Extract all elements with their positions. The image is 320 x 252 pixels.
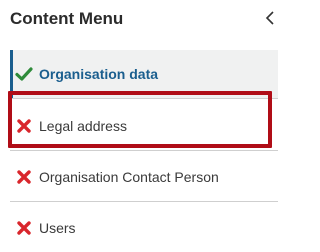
x-icon xyxy=(14,167,34,187)
divider xyxy=(10,150,278,151)
menu-item-organisation-data[interactable]: Organisation data xyxy=(10,50,278,98)
menu-item-users[interactable]: Users xyxy=(10,204,278,252)
menu-item-legal-address[interactable]: Legal address xyxy=(10,102,278,150)
divider xyxy=(10,98,278,99)
menu-list: Organisation data Legal address Organisa… xyxy=(0,0,285,249)
x-icon xyxy=(14,116,34,136)
menu-item-label: Organisation data xyxy=(39,66,159,82)
menu-item-label: Organisation Contact Person xyxy=(39,169,219,185)
x-icon xyxy=(14,218,34,238)
content-menu-panel: Content Menu Organisation data Legal add… xyxy=(0,0,285,249)
menu-item-organisation-contact-person[interactable]: Organisation Contact Person xyxy=(10,153,278,201)
menu-item-label: Legal address xyxy=(39,118,127,134)
checkmark-icon xyxy=(14,64,34,84)
divider xyxy=(10,201,278,202)
menu-item-label: Users xyxy=(39,220,76,236)
